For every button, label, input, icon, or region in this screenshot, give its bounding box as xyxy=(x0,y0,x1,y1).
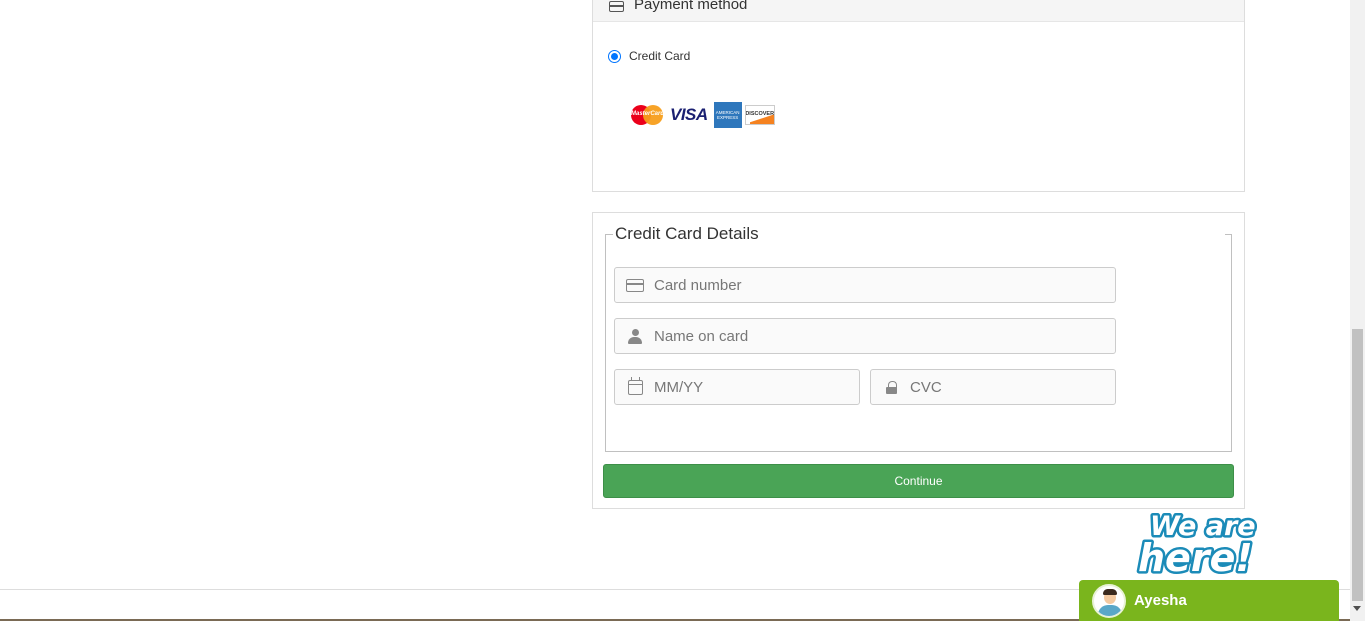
amex-logo: AMERICAN EXPRESS xyxy=(713,102,742,128)
credit-card-icon xyxy=(626,277,644,293)
continue-button[interactable]: Continue xyxy=(603,464,1234,498)
scroll-down-arrow-icon[interactable] xyxy=(1353,606,1361,611)
lock-icon xyxy=(882,379,900,395)
cvc-placeholder[interactable]: CVC xyxy=(910,379,942,396)
calendar-icon xyxy=(626,376,644,395)
payment-method-title: Payment method xyxy=(634,0,748,13)
name-on-card-field[interactable]: Name on card xyxy=(614,318,1116,354)
credit-card-option[interactable]: Credit Card xyxy=(608,49,690,63)
credit-card-radio-label[interactable]: Credit Card xyxy=(629,49,690,63)
mastercard-logo-text: MasterCard xyxy=(631,111,665,117)
we-are-here-banner[interactable]: We are We are here! here! xyxy=(1136,503,1282,583)
chat-bar[interactable]: Ayesha xyxy=(1079,580,1339,621)
banner-text-line-2-fill: here! xyxy=(1138,536,1253,577)
credit-card-radio[interactable] xyxy=(608,49,621,63)
cvc-field[interactable]: CVC xyxy=(870,369,1116,405)
credit-card-details-legend: Credit Card Details xyxy=(614,224,760,244)
payment-method-header: Payment method xyxy=(593,0,1244,22)
payment-method-panel: Payment method Credit Card MasterCard VI… xyxy=(592,0,1245,192)
scrollbar-thumb[interactable] xyxy=(1352,329,1363,601)
user-icon xyxy=(626,328,644,344)
accepted-cards: MasterCard VISA AMERICAN EXPRESS DISCOVE… xyxy=(631,102,775,128)
card-number-field[interactable]: Card number xyxy=(614,267,1116,303)
mastercard-logo: MasterCard xyxy=(631,104,664,126)
credit-card-details-panel: Credit Card Details Card number Name on … xyxy=(592,212,1245,509)
agent-name[interactable]: Ayesha xyxy=(1134,592,1187,609)
card-number-placeholder[interactable]: Card number xyxy=(654,277,742,294)
expiry-field[interactable]: MM/YY xyxy=(614,369,860,405)
checkout-page: Payment method Credit Card MasterCard VI… xyxy=(0,0,1365,621)
discover-logo: DISCOVER xyxy=(744,105,775,125)
credit-card-icon xyxy=(609,1,624,12)
name-on-card-placeholder[interactable]: Name on card xyxy=(654,328,748,345)
agent-avatar xyxy=(1092,583,1126,618)
visa-logo: VISA xyxy=(670,105,708,124)
expiry-placeholder[interactable]: MM/YY xyxy=(654,379,703,396)
discover-logo-text: DISCOVER xyxy=(745,111,775,117)
vertical-scrollbar[interactable] xyxy=(1350,0,1365,621)
